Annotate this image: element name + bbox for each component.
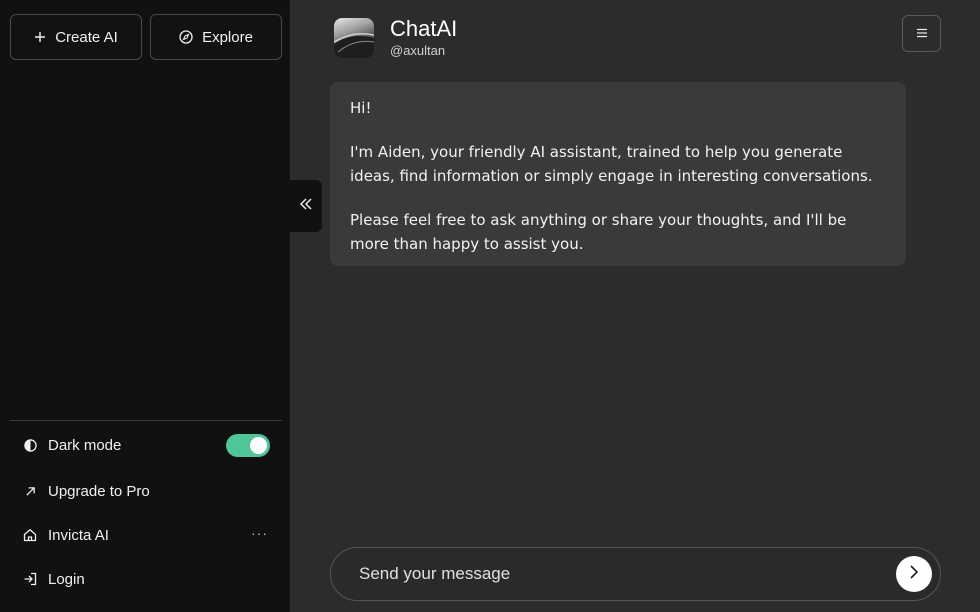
plus-icon (34, 31, 46, 43)
sidebar: Create AI Explore Dark mode Upgrade to P… (0, 0, 290, 612)
chat-handle: @axultan (390, 43, 446, 58)
workspace-label: Invicta AI (48, 526, 109, 544)
workspace-item[interactable]: Invicta AI ··· (10, 515, 282, 555)
chevron-right-icon (908, 564, 920, 585)
arrow-up-right-icon (22, 483, 38, 499)
double-chevron-left-icon (299, 197, 313, 216)
create-ai-label: Create AI (55, 28, 118, 46)
login-link[interactable]: Login (10, 559, 282, 599)
compass-icon (179, 30, 193, 44)
upgrade-label: Upgrade to Pro (48, 482, 150, 500)
message-input[interactable] (359, 561, 879, 587)
sidebar-divider (10, 420, 282, 421)
chatbot-avatar (334, 18, 374, 58)
upgrade-to-pro-link[interactable]: Upgrade to Pro (10, 471, 282, 511)
create-ai-button[interactable]: Create AI (10, 14, 142, 60)
menu-button[interactable] (902, 15, 941, 52)
send-button[interactable] (896, 556, 932, 592)
login-icon (22, 571, 38, 587)
collapse-sidebar-button[interactable] (290, 180, 322, 232)
message-composer (330, 547, 941, 601)
message-invite: Please feel free to ask anything or shar… (350, 211, 847, 253)
login-label: Login (48, 570, 85, 588)
dark-mode-label: Dark mode (48, 436, 122, 454)
assistant-message: Hi! I'm Aiden, your friendly AI assistan… (330, 82, 906, 266)
toggle-knob (250, 437, 267, 454)
dark-mode-row: Dark mode (10, 425, 282, 465)
chat-title: ChatAI (390, 16, 458, 41)
message-greeting: Hi! (350, 99, 372, 117)
home-icon (22, 527, 38, 543)
contrast-icon (22, 437, 38, 453)
avatar-image (334, 32, 374, 58)
explore-button[interactable]: Explore (150, 14, 282, 60)
explore-label: Explore (202, 28, 253, 46)
message-intro: I'm Aiden, your friendly AI assistant, t… (350, 143, 873, 185)
dark-mode-toggle[interactable] (226, 434, 270, 457)
more-options-icon[interactable]: ··· (251, 525, 268, 541)
hamburger-icon (916, 25, 928, 43)
